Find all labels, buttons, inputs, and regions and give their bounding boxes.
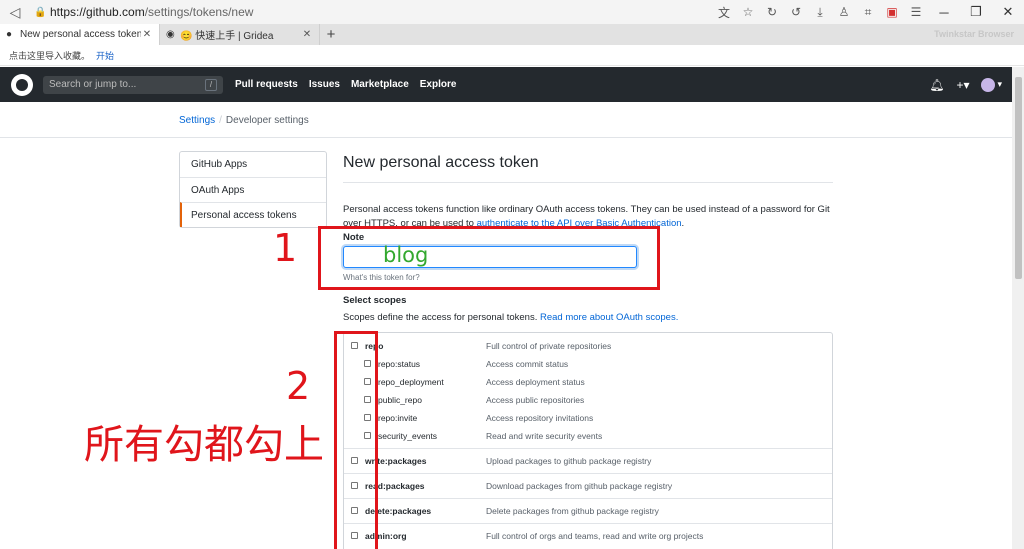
- oauth-scopes-link[interactable]: Read more about OAuth scopes.: [540, 312, 678, 323]
- scope-description: Access public repositories: [486, 395, 585, 405]
- new-tab-plus-icon[interactable]: +: [320, 24, 342, 45]
- translate-icon[interactable]: 文: [712, 4, 736, 21]
- annotation-label-1: 1: [273, 226, 298, 270]
- scope-description: Access deployment status: [486, 377, 585, 387]
- avatar-caret-icon[interactable]: ▾: [997, 79, 1002, 90]
- menu-icon[interactable]: ☰: [904, 5, 928, 19]
- scope-name: public_repo: [378, 395, 422, 405]
- typed-note-text: blog: [383, 243, 429, 267]
- annotation-box-checkboxes: [334, 331, 378, 549]
- scope-description: Upload packages to github package regist…: [486, 456, 652, 466]
- gridea-favicon-icon: ◉: [166, 29, 175, 40]
- avatar[interactable]: [981, 77, 996, 92]
- bell-icon[interactable]: 🔔︎: [929, 78, 944, 92]
- github-favicon-icon: ●: [6, 29, 13, 40]
- search-input[interactable]: [49, 79, 205, 90]
- scope-description: Read and write security events: [486, 431, 603, 441]
- breadcrumb-separator: /: [219, 115, 222, 126]
- bookmark-bar: 点击这里导入收藏。 开始: [0, 45, 1024, 66]
- bookmark-import-link[interactable]: 开始: [96, 49, 114, 62]
- crop-icon[interactable]: ⌗: [856, 5, 880, 20]
- annotation-instruction: 所有勾都勾上: [84, 422, 324, 468]
- create-new-dropdown[interactable]: +▾: [956, 78, 969, 92]
- scope-group-separator: [344, 523, 832, 524]
- download-icon[interactable]: ⤓: [808, 5, 832, 20]
- url-field[interactable]: https://github.com/settings/tokens/new: [50, 5, 253, 19]
- restore-icon[interactable]: ❐: [960, 4, 992, 20]
- address-bar: ◁ 🔒 https://github.com/settings/tokens/n…: [0, 0, 1024, 24]
- header-right: 🔔︎ +▾ ▾: [917, 67, 1002, 102]
- user-icon[interactable]: ♙: [832, 5, 856, 19]
- extension-icon[interactable]: ▣: [880, 5, 904, 19]
- page-title: New personal access token: [343, 154, 833, 183]
- header-nav: Pull requests Issues Marketplace Explore: [235, 79, 467, 90]
- tab-new-token[interactable]: ● New personal access token ✕: [0, 24, 160, 45]
- browser-brand: Twinkstar Browser: [934, 29, 1014, 39]
- scope-name: repo_deployment: [378, 377, 444, 387]
- sidebar-item-github-apps[interactable]: GitHub Apps: [180, 152, 326, 177]
- close-window-icon[interactable]: ✕: [992, 4, 1024, 20]
- sidebar-item-oauth-apps[interactable]: OAuth Apps: [180, 177, 326, 202]
- close-tab-icon[interactable]: ✕: [141, 29, 153, 40]
- scope-description: Full control of private repositories: [486, 341, 612, 351]
- breadcrumb: Settings / Developer settings: [179, 115, 309, 126]
- nav-issues[interactable]: Issues: [309, 79, 340, 90]
- sidebar-item-personal-access-tokens[interactable]: Personal access tokens: [180, 202, 326, 227]
- url-domain: https://github.com: [50, 5, 145, 19]
- tab-strip: ● New personal access token ✕ ◉ 😊 快速上手 |…: [0, 24, 1024, 45]
- nav-explore[interactable]: Explore: [420, 79, 457, 90]
- scope-description: Access repository invitations: [486, 413, 594, 423]
- scope-description: Full control of orgs and teams, read and…: [486, 531, 704, 541]
- star-icon[interactable]: ☆: [736, 5, 760, 19]
- page-scrollbar[interactable]: [1012, 67, 1024, 549]
- tab-gridea[interactable]: ◉ 😊 快速上手 | Gridea ✕: [160, 24, 320, 45]
- scopes-list: repo Full control of private repositories…: [343, 332, 833, 549]
- back-arrow-icon[interactable]: ◁: [0, 4, 30, 21]
- github-header: / Pull requests Issues Marketplace Explo…: [0, 67, 1012, 102]
- scrollbar-thumb[interactable]: [1015, 77, 1022, 279]
- bookmark-prompt: 点击这里导入收藏。: [9, 50, 91, 61]
- github-logo-icon[interactable]: [11, 73, 33, 96]
- intro-period: .: [681, 218, 685, 229]
- select-scopes-label: Select scopes: [343, 295, 407, 306]
- token-form: New personal access token Personal acces…: [343, 154, 833, 549]
- scopes-desc-text: Scopes define the access for personal to…: [343, 312, 540, 323]
- scope-description: Download packages from github package re…: [486, 481, 673, 491]
- scope-name: repo:invite: [378, 413, 418, 423]
- breadcrumb-bar: Settings / Developer settings: [0, 102, 1012, 138]
- scope-description: Delete packages from github package regi…: [486, 506, 659, 516]
- scope-group-separator: [344, 473, 832, 474]
- refresh-icon[interactable]: ↻: [760, 5, 784, 19]
- developer-settings-menu: GitHub Apps OAuth Apps Personal access t…: [179, 151, 327, 228]
- scope-description: Access commit status: [486, 359, 569, 369]
- scope-name: security_events: [378, 431, 438, 441]
- undo-icon[interactable]: ↺: [784, 5, 808, 19]
- nav-marketplace[interactable]: Marketplace: [351, 79, 409, 90]
- annotation-box-note: [318, 226, 660, 290]
- breadcrumb-settings-link[interactable]: Settings: [179, 115, 215, 126]
- scope-name: repo:status: [378, 359, 421, 369]
- minimize-icon[interactable]: ─: [928, 5, 960, 20]
- breadcrumb-current: Developer settings: [225, 115, 309, 126]
- search-shortcut-key: /: [205, 78, 217, 91]
- scope-group-separator: [344, 498, 832, 499]
- tab-title: 😊 快速上手 | Gridea: [180, 31, 274, 42]
- url-path: /settings/tokens/new: [144, 5, 254, 19]
- lock-icon: 🔒: [34, 6, 47, 18]
- search-box[interactable]: /: [43, 75, 223, 94]
- nav-pull-requests[interactable]: Pull requests: [235, 79, 298, 90]
- toolbar-icons: 文 ☆ ↻ ↺ ⤓ ♙ ⌗ ▣ ☰ ─ ❐ ✕: [712, 0, 1024, 24]
- close-tab-icon[interactable]: ✕: [301, 29, 313, 40]
- annotation-label-2: 2: [286, 364, 311, 408]
- scope-group-separator: [344, 448, 832, 449]
- scopes-description: Scopes define the access for personal to…: [343, 312, 678, 323]
- tab-title: New personal access token: [20, 29, 141, 40]
